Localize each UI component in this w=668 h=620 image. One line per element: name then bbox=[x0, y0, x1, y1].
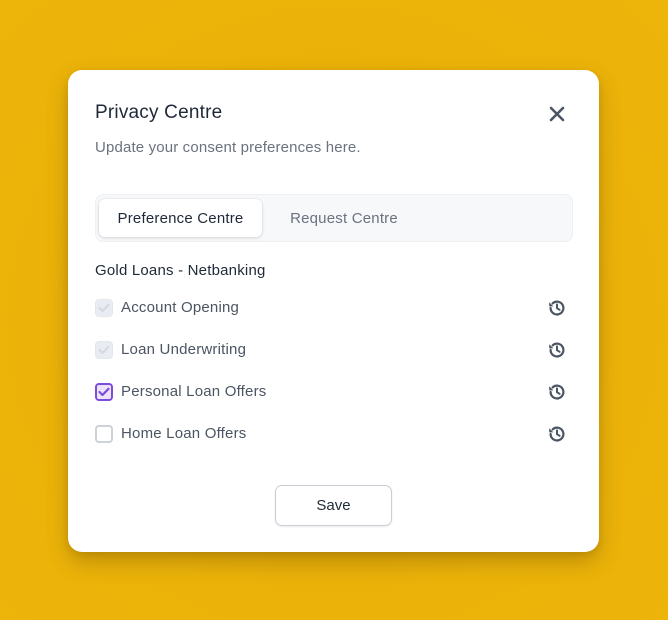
privacy-centre-dialog: Privacy Centre Update your consent prefe… bbox=[68, 70, 599, 552]
consent-checkbox[interactable] bbox=[95, 383, 113, 401]
consent-item-account-opening: Account Opening bbox=[95, 295, 569, 321]
history-button[interactable] bbox=[546, 423, 568, 445]
section-title: Gold Loans - Netbanking bbox=[95, 262, 266, 279]
consent-item-label: Home Loan Offers bbox=[121, 425, 247, 442]
consent-checkbox[interactable] bbox=[95, 299, 113, 317]
history-button[interactable] bbox=[546, 381, 568, 403]
consent-item-home-loan-offers: Home Loan Offers bbox=[95, 421, 569, 447]
dialog-subtitle: Update your consent preferences here. bbox=[95, 139, 361, 156]
checkmark-icon bbox=[98, 303, 110, 312]
consent-item-loan-underwriting: Loan Underwriting bbox=[95, 337, 569, 363]
history-button[interactable] bbox=[546, 339, 568, 361]
consent-item-label: Loan Underwriting bbox=[121, 341, 247, 358]
close-icon bbox=[549, 106, 565, 122]
consent-item-label: Personal Loan Offers bbox=[121, 383, 267, 400]
consent-checkbox[interactable] bbox=[95, 341, 113, 359]
history-icon bbox=[549, 342, 565, 358]
tab-preference-centre[interactable]: Preference Centre bbox=[99, 199, 262, 237]
checkmark-icon bbox=[98, 387, 110, 397]
save-button[interactable]: Save bbox=[275, 485, 392, 526]
close-button[interactable] bbox=[544, 101, 570, 127]
consent-checkbox[interactable] bbox=[95, 425, 113, 443]
consent-item-label: Account Opening bbox=[121, 299, 240, 316]
checkmark-icon bbox=[98, 345, 110, 354]
history-icon bbox=[549, 384, 565, 400]
tab-request-centre[interactable]: Request Centre bbox=[274, 199, 414, 237]
history-icon bbox=[549, 426, 565, 442]
dialog-title: Privacy Centre bbox=[95, 102, 223, 123]
tab-bar: Preference Centre Request Centre bbox=[95, 194, 573, 242]
history-button[interactable] bbox=[546, 297, 568, 319]
consent-item-personal-loan-offers: Personal Loan Offers bbox=[95, 379, 569, 405]
history-icon bbox=[549, 300, 565, 316]
